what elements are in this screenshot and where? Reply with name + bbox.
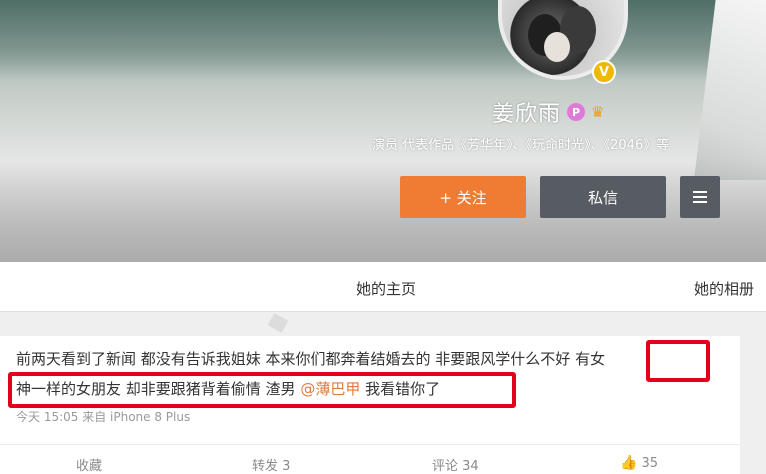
profile-tabs: 她的主页 她的相册: [0, 262, 766, 312]
cover-top-band: [0, 0, 766, 80]
highlight-box: [8, 372, 516, 408]
menu-bar: [693, 196, 707, 198]
post-text-line-1: 前两天看到了新闻 都没有告诉我姐妹 本来你们都奔着结婚去的 非要跟风学什么不好 …: [16, 350, 606, 368]
profile-name[interactable]: 姜欣雨: [492, 96, 561, 128]
profile-cover: [0, 0, 766, 262]
like-button[interactable]: 👍 35: [620, 455, 658, 471]
section-divider: [0, 312, 766, 336]
menu-bar: [693, 191, 707, 193]
verified-icon: V: [592, 60, 616, 84]
like-count: 35: [641, 455, 658, 471]
comment-button[interactable]: 评论 34: [432, 455, 479, 474]
profile-name-row: 姜欣雨 P ♛: [492, 96, 604, 128]
repost-button[interactable]: 转发 3: [252, 455, 290, 474]
tab-home[interactable]: 她的主页: [356, 278, 416, 299]
collect-button[interactable]: 收藏: [76, 455, 102, 474]
highlight-box: [646, 340, 710, 382]
menu-bar: [693, 201, 707, 203]
follow-button[interactable]: + 关注: [400, 176, 526, 218]
message-button[interactable]: 私信: [540, 176, 666, 218]
menu-icon[interactable]: [680, 176, 720, 218]
p-badge-icon[interactable]: P: [567, 103, 586, 121]
tab-album[interactable]: 她的相册: [694, 278, 754, 299]
right-gutter: [740, 336, 766, 474]
post-meta: 今天 15:05 来自 iPhone 8 Plus: [16, 410, 191, 424]
avatar-highlight: [544, 32, 570, 62]
thumb-up-icon: 👍: [620, 455, 638, 471]
member-icon[interactable]: ♛: [591, 103, 604, 121]
post-actions: 收藏 转发 3 评论 34 👍 35: [0, 444, 740, 474]
paper-tear-decoration: [267, 312, 289, 334]
profile-works: 演员 代表作品《芳华年》、《玩命时光》、《2046》等: [372, 138, 670, 153]
